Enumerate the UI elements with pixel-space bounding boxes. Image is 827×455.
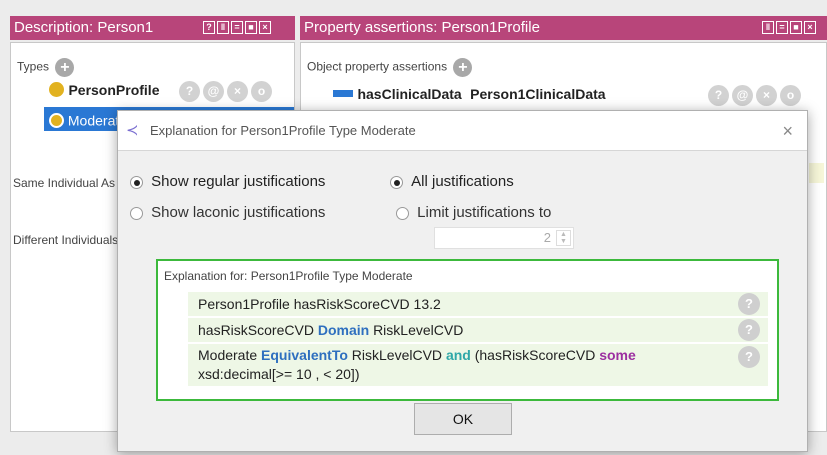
property-assertions-header: Property assertions: Person1Profile ‖ = … — [300, 16, 827, 40]
edit-icon[interactable]: o — [780, 85, 801, 106]
object-property-section: Object property assertions + — [307, 58, 473, 77]
add-object-property-icon[interactable]: + — [453, 58, 473, 77]
axiom-part: xsd:decimal[>= 10 , < 20]) — [198, 366, 360, 382]
equivalent-class-icon — [49, 112, 64, 128]
option-regular-label: Show regular justifications — [151, 173, 326, 190]
dialog-title: Explanation for Person1Profile Type Mode… — [150, 123, 416, 138]
close-icon[interactable]: × — [259, 21, 271, 34]
row-actions: ? @ × o — [708, 85, 801, 106]
property-assertions-title: Property assertions: Person1Profile — [304, 19, 540, 36]
maximize-icon[interactable]: ■ — [790, 21, 802, 34]
description-header-icons: ? ‖ = ■ × — [203, 21, 271, 34]
split-horizontal-icon[interactable]: = — [231, 21, 243, 34]
spinner-arrows-icon[interactable]: ▲ ▼ — [556, 230, 571, 246]
option-laconic[interactable]: Show laconic justifications — [130, 204, 325, 221]
axiom-keyword: EquivalentTo — [261, 347, 348, 363]
type-item-personprofile[interactable]: PersonProfile ? @ × o — [49, 81, 289, 103]
option-laconic-label: Show laconic justifications — [151, 204, 326, 221]
explain-axiom-icon[interactable]: ? — [738, 319, 760, 341]
help-icon[interactable]: ? — [203, 21, 215, 34]
axiom-part: RiskLevelCVD — [373, 322, 464, 338]
class-icon — [49, 82, 64, 98]
explain-axiom-icon[interactable]: ? — [738, 293, 760, 315]
split-vertical-icon[interactable]: ‖ — [762, 21, 774, 34]
explain-icon[interactable]: ? — [179, 81, 200, 102]
row-actions: ? @ × o — [179, 81, 272, 102]
object-property-label: Object property assertions — [307, 59, 448, 74]
justification-row-1[interactable]: Person1Profile hasRiskScoreCVD 13.2 ? — [188, 292, 768, 316]
axiom-keyword: some — [599, 347, 636, 363]
delete-icon[interactable]: × — [227, 81, 248, 102]
axiom-part: Moderate — [198, 347, 258, 363]
split-vertical-icon[interactable]: ‖ — [217, 21, 229, 34]
property-header-icons: ‖ = ■ × — [762, 21, 816, 34]
highlight-strip — [809, 163, 824, 183]
type-item-label: PersonProfile — [68, 81, 160, 98]
axiom-part: hasRiskScoreCVD — [198, 322, 314, 338]
option-regular[interactable]: Show regular justifications — [130, 173, 325, 190]
description-title: Description: Person1 — [14, 19, 154, 36]
object-property-icon — [333, 90, 353, 98]
justification-row-3[interactable]: Moderate EquivalentTo RiskLevelCVD and (… — [188, 344, 768, 386]
radio-laconic[interactable] — [130, 206, 143, 220]
object-assertion-row[interactable]: hasClinicalData Person1ClinicalData ? @ … — [333, 85, 823, 107]
limit-spinner[interactable]: 2 ▲ ▼ — [434, 227, 574, 249]
radio-limit[interactable] — [396, 206, 409, 220]
option-all-label: All justifications — [411, 173, 514, 190]
same-individual-label: Same Individual As — [13, 176, 116, 190]
axiom-keyword: and — [445, 347, 471, 363]
delete-icon[interactable]: × — [756, 85, 777, 106]
radio-all[interactable] — [390, 175, 403, 189]
radio-regular[interactable] — [130, 175, 143, 189]
limit-value: 2 — [543, 230, 551, 245]
add-type-icon[interactable]: + — [55, 58, 75, 77]
dialog-title-bar: ≺ Explanation for Person1Profile Type Mo… — [118, 111, 807, 151]
types-section: Types + — [17, 58, 75, 77]
axiom-part: (hasRiskScoreCVD — [474, 347, 596, 363]
assertion-value: Person1ClinicalData — [470, 85, 606, 102]
protege-logo-icon: ≺ — [126, 122, 139, 139]
different-individuals-label: Different Individuals — [13, 233, 119, 247]
annotate-icon[interactable]: @ — [732, 85, 753, 106]
axiom-text: Person1Profile hasRiskScoreCVD 13.2 — [198, 296, 441, 312]
explanation-dialog: ≺ Explanation for Person1Profile Type Mo… — [117, 110, 808, 452]
explain-icon[interactable]: ? — [708, 85, 729, 106]
ok-button[interactable]: OK — [414, 403, 512, 435]
explanation-box: Explanation for: Person1Profile Type Mod… — [156, 259, 779, 401]
option-limit[interactable]: Limit justifications to — [396, 204, 551, 221]
explanation-header: Explanation for: Person1Profile Type Mod… — [164, 269, 413, 283]
dialog-close-icon[interactable]: × — [782, 111, 793, 151]
maximize-icon[interactable]: ■ — [245, 21, 257, 34]
justification-row-2[interactable]: hasRiskScoreCVD Domain RiskLevelCVD ? — [188, 318, 768, 342]
split-horizontal-icon[interactable]: = — [776, 21, 788, 34]
option-limit-label: Limit justifications to — [417, 204, 552, 221]
annotate-icon[interactable]: @ — [203, 81, 224, 102]
description-header: Description: Person1 ? ‖ = ■ × — [10, 16, 295, 40]
edit-icon[interactable]: o — [251, 81, 272, 102]
explain-axiom-icon[interactable]: ? — [738, 346, 760, 368]
option-all[interactable]: All justifications — [390, 173, 514, 190]
assertion-property: hasClinicalData — [357, 85, 462, 102]
axiom-keyword: Domain — [317, 322, 370, 338]
axiom-part: RiskLevelCVD — [351, 347, 443, 363]
types-label: Types — [17, 59, 50, 74]
close-icon[interactable]: × — [804, 21, 816, 34]
